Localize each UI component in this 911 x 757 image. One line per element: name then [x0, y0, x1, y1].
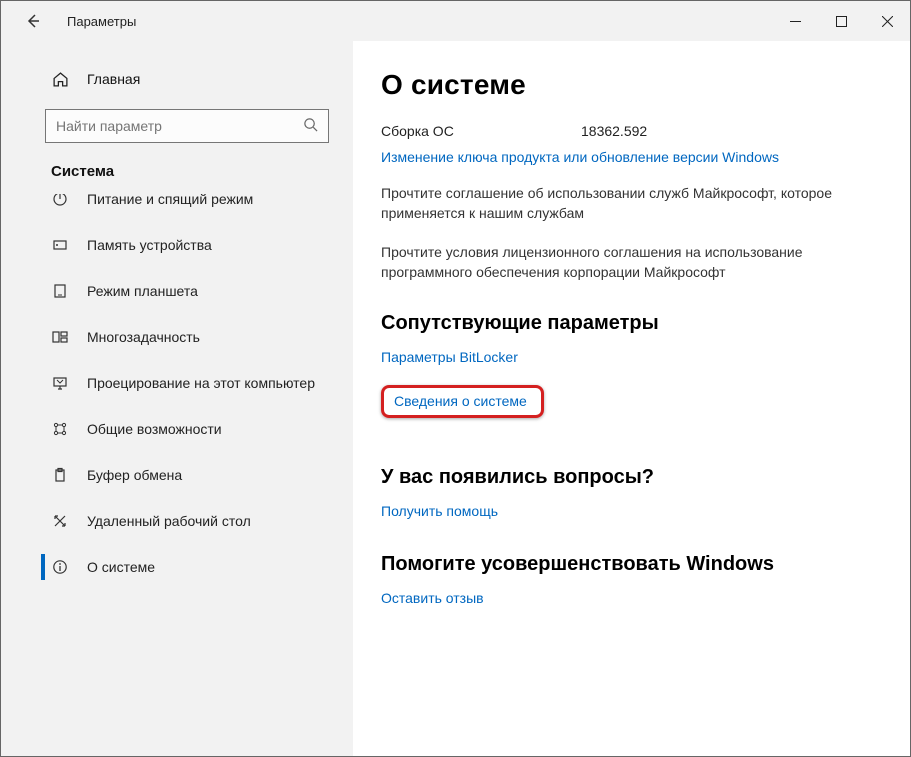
change-product-key-link[interactable]: Изменение ключа продукта или обновление …	[381, 149, 880, 165]
shared-icon	[51, 421, 69, 437]
search-icon	[303, 117, 318, 135]
sidebar-item-projecting[interactable]: Проецирование на этот компьютер	[1, 360, 353, 406]
questions-heading: У вас появились вопросы?	[381, 466, 880, 489]
maximize-icon	[836, 16, 847, 27]
sidebar-item-label: Многозадачность	[87, 329, 200, 345]
search-box[interactable]	[45, 109, 329, 143]
clipboard-icon	[51, 467, 69, 483]
tablet-icon	[51, 283, 69, 299]
minimize-icon	[790, 16, 801, 27]
sidebar-item-label: Удаленный рабочий стол	[87, 513, 251, 529]
os-build-label: Сборка ОС	[381, 123, 581, 139]
multitask-icon	[51, 329, 69, 345]
sidebar: Главная Система Питание и спящий режим	[1, 41, 353, 756]
sidebar-item-shared[interactable]: Общие возможности	[1, 406, 353, 452]
search-input[interactable]	[56, 118, 303, 134]
close-button[interactable]	[864, 1, 910, 41]
sidebar-item-label: Общие возможности	[87, 421, 222, 437]
project-icon	[51, 375, 69, 391]
improve-heading: Помогите усовершенствовать Windows	[381, 553, 880, 576]
license-terms-text[interactable]: Прочтите условия лицензионного соглашени…	[381, 242, 841, 283]
sidebar-item-label: Память устройства	[87, 237, 212, 253]
sidebar-nav: Питание и спящий режим Память устройства…	[1, 194, 353, 608]
sidebar-item-label: Буфер обмена	[87, 467, 182, 483]
feedback-link[interactable]: Оставить отзыв	[381, 590, 880, 606]
arrow-left-icon	[25, 13, 41, 29]
sidebar-item-label: О системе	[87, 559, 155, 575]
remote-icon	[51, 513, 69, 529]
sidebar-item-power[interactable]: Питание и спящий режим	[1, 194, 353, 222]
page-title: О системе	[381, 69, 880, 101]
sidebar-item-label: Проецирование на этот компьютер	[87, 375, 315, 391]
sidebar-item-clipboard[interactable]: Буфер обмена	[1, 452, 353, 498]
titlebar: Параметры	[1, 1, 910, 41]
bitlocker-link[interactable]: Параметры BitLocker	[381, 349, 880, 365]
info-icon	[51, 559, 69, 575]
close-icon	[882, 16, 893, 27]
storage-icon	[51, 237, 69, 253]
minimize-button[interactable]	[772, 1, 818, 41]
os-build-row: Сборка ОС 18362.592	[381, 123, 880, 139]
services-agreement-text[interactable]: Прочтите соглашение об использовании слу…	[381, 183, 841, 224]
sidebar-item-label: Питание и спящий режим	[87, 194, 253, 207]
sidebar-item-about[interactable]: О системе	[1, 544, 353, 590]
sidebar-home-label: Главная	[87, 71, 140, 87]
sidebar-item-remote[interactable]: Удаленный рабочий стол	[1, 498, 353, 544]
sidebar-item-tablet[interactable]: Режим планшета	[1, 268, 353, 314]
sidebar-home[interactable]: Главная	[1, 59, 353, 99]
home-icon	[51, 71, 69, 88]
back-button[interactable]	[17, 5, 49, 37]
related-settings-heading: Сопутствующие параметры	[381, 312, 880, 335]
system-info-link[interactable]: Сведения о системе	[381, 385, 544, 418]
main-content: О системе Сборка ОС 18362.592 Изменение …	[353, 41, 910, 756]
sidebar-item-storage[interactable]: Память устройства	[1, 222, 353, 268]
sidebar-item-label: Режим планшета	[87, 283, 198, 299]
get-help-link[interactable]: Получить помощь	[381, 503, 880, 519]
os-build-value: 18362.592	[581, 123, 647, 139]
sidebar-section-title: Система	[1, 157, 353, 186]
power-icon	[51, 194, 69, 207]
sidebar-item-multitasking[interactable]: Многозадачность	[1, 314, 353, 360]
maximize-button[interactable]	[818, 1, 864, 41]
window-title: Параметры	[67, 14, 136, 29]
